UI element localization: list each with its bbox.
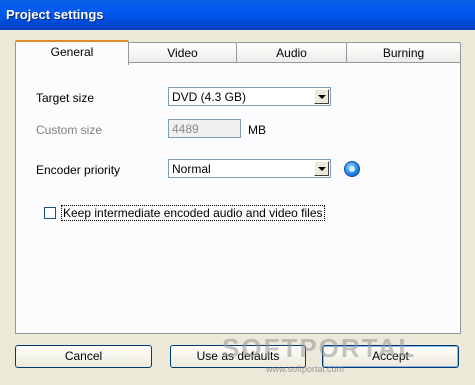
project-settings-window: Project settings General Video Audio Bur… (0, 0, 475, 385)
tab-burning[interactable]: Burning (346, 42, 461, 63)
target-size-dropdown[interactable]: DVD (4.3 GB) (168, 87, 331, 106)
general-panel: Target size DVD (4.3 GB) Custom size 448… (15, 62, 461, 334)
encoder-priority-value: Normal (172, 162, 211, 176)
watermark-logo: SOFTPORTAL (222, 333, 417, 363)
tab-burning-label: Burning (382, 46, 425, 60)
keep-files-checkbox[interactable] (44, 207, 56, 219)
cancel-button[interactable]: Cancel (15, 345, 152, 368)
info-icon[interactable] (344, 161, 360, 177)
encoder-priority-label: Encoder priority (36, 163, 121, 177)
custom-size-label: Custom size (36, 123, 103, 137)
target-size-label: Target size (36, 91, 95, 105)
target-size-value: DVD (4.3 GB) (172, 90, 247, 104)
tab-video-label: Video (167, 46, 198, 60)
title-bar[interactable]: Project settings (0, 0, 475, 30)
tab-audio-label: Audio (276, 46, 307, 60)
tab-general-label: General (50, 45, 94, 59)
tab-video[interactable]: Video (128, 42, 237, 63)
tab-audio[interactable]: Audio (236, 42, 347, 63)
keep-files-label[interactable]: Keep intermediate encoded audio and vide… (61, 205, 325, 221)
watermark-url: www.softportal.com (266, 364, 345, 374)
window-title: Project settings (6, 7, 104, 22)
custom-size-value: 4489 (172, 122, 199, 136)
custom-size-unit: MB (248, 123, 266, 137)
tab-general[interactable]: General (15, 40, 129, 65)
encoder-priority-dropdown[interactable]: Normal (168, 159, 331, 178)
chevron-down-icon[interactable] (314, 161, 329, 176)
chevron-down-icon[interactable] (314, 89, 329, 104)
custom-size-input[interactable]: 4489 (168, 119, 241, 138)
